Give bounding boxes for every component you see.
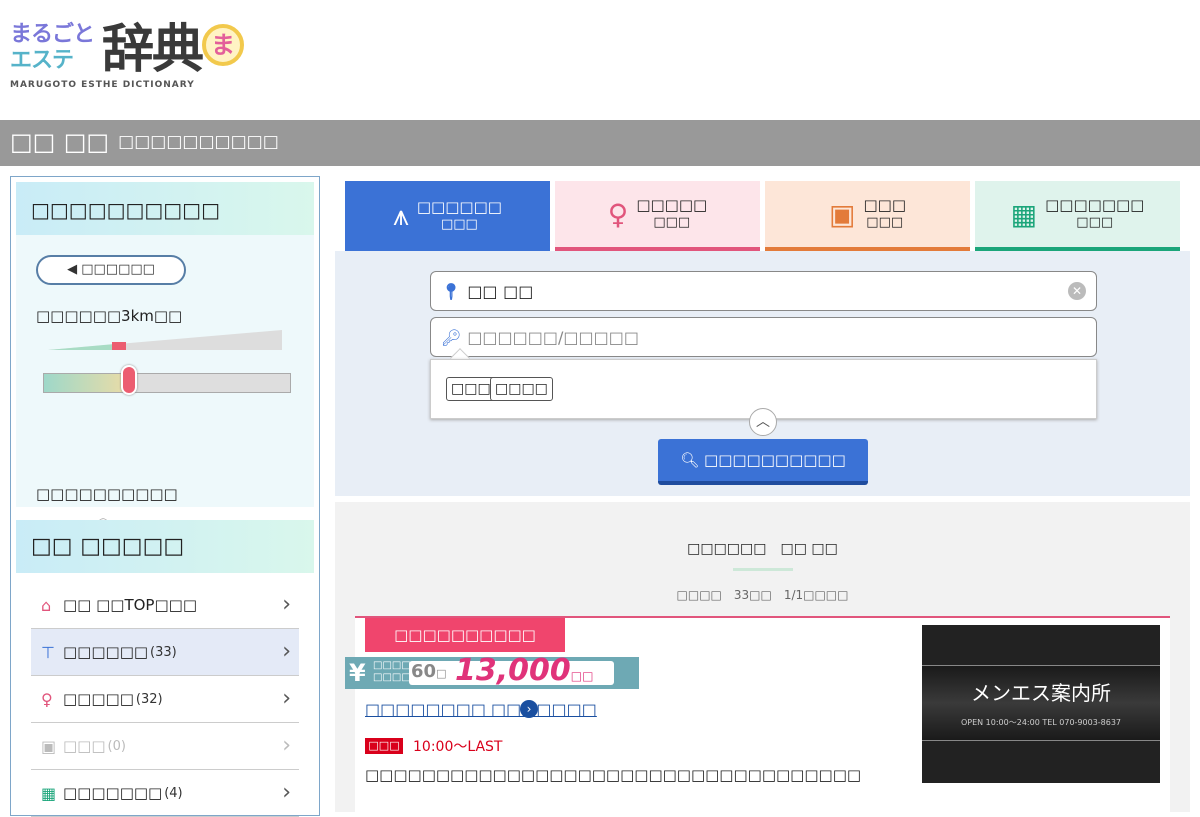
menu-item-therapists[interactable]: ♀ □□□□□ (32) ›: [31, 676, 299, 723]
price-minutes: 60□: [411, 661, 447, 682]
search-button[interactable]: 🔍︎ □□□□□□□□□□: [658, 439, 868, 485]
sidebar: □□□□□□□□□□ ◀ □□□□□□ □□□□□□3km□□ □□□□□□□□…: [10, 176, 320, 817]
card-label: □□□□□□□□□□: [365, 618, 565, 652]
title-underline: [733, 568, 793, 571]
status-badge: □□□: [365, 738, 403, 754]
location-input[interactable]: 📍︎ □□ □□ ✕: [430, 271, 1097, 311]
location-panel-title: □□□□□□□□□□: [16, 182, 314, 235]
logo-line2: エステ: [10, 48, 74, 73]
shop-description: □□□□□□□□□□□□□□□□□□□□□□□□□□□□□□□□□□□: [365, 766, 862, 784]
menu-item-schedule[interactable]: ▦ □□□□□□□ (4) ›: [31, 770, 299, 817]
shop-image[interactable]: メンエス案内所 OPEN 10:00〜24:00 TEL 070-9003-86…: [922, 625, 1160, 783]
site-logo[interactable]: まるごと エステ 辞典 ま MARUGOTO ESTHE DICTIONARY: [10, 18, 250, 94]
key-icon: 🔑︎: [441, 327, 462, 347]
hanger-icon: ⩚: [393, 199, 409, 232]
tab-schedule[interactable]: ▦ □□□□□□□ □□□: [975, 181, 1180, 251]
results-title: □□□□□□ □□ □□: [687, 541, 838, 557]
chevron-right-icon: ›: [282, 780, 291, 805]
chat-icon: ▣: [829, 197, 856, 231]
page-subtitle: □□□□□□□□□□: [118, 132, 279, 152]
menu-item-reviews[interactable]: ▣ □□□ (0) ›: [31, 723, 299, 770]
chat-icon: ▣: [41, 736, 57, 756]
chevron-up-icon[interactable]: ︿: [749, 408, 777, 436]
logo-english: MARUGOTO ESTHE DICTIONARY: [10, 80, 195, 90]
map-pin-icon: 📍︎: [441, 281, 462, 301]
search-form: 📍︎ □□ □□ ✕ 🔑︎ □□□□□□/□□□□□ □□□ □□□□ ︿ 🔍︎…: [335, 251, 1190, 496]
price-value: 13,000□□: [455, 653, 594, 688]
shop-card[interactable]: □□□□□□□□□□ ¥ □□□□ □□□□ 60□ 13,000□□ □□□□□…: [345, 616, 1170, 816]
logo-text-small: まるごと エステ: [10, 22, 95, 74]
site-header: まるごと エステ 辞典 ま MARUGOTO ESTHE DICTIONARY: [0, 0, 1200, 120]
chevron-right-icon: ›: [282, 592, 291, 617]
image-tagline: OPEN 10:00〜24:00 TEL 070-9003-8637: [960, 718, 1122, 727]
range-slider-track[interactable]: [43, 373, 291, 393]
keyword-chip[interactable]: □□□: [446, 377, 496, 401]
menu-item-top[interactable]: ⌂ □□ □□TOP□□□ ›: [31, 582, 299, 629]
chevron-right-icon: ›: [282, 639, 291, 664]
search-icon: 🔍︎: [680, 451, 705, 469]
keyword-chip[interactable]: □□□□: [490, 377, 553, 401]
page-title-bar: □□ □□ □□□□□□□□□□: [0, 120, 1200, 166]
price-label: □□□□ □□□□: [373, 660, 411, 683]
location-panel: ◀ □□□□□□ □□□□□□3km□□ □□□□□□□□□□ 🔍︎ □□□□□…: [16, 235, 314, 535]
tab-therapists[interactable]: ♀ □□□□□ □□□: [555, 181, 760, 251]
chevron-right-icon: ›: [282, 733, 291, 758]
menu-panel-title: □□ □□□□□: [16, 520, 314, 573]
results-section: □□□□□□ □□ □□ □□□□ 33□□ 1/1□□□□ □□□□□□□□□…: [335, 502, 1190, 816]
hanger-icon: ⊤: [41, 642, 55, 662]
current-location-button[interactable]: ◀ □□□□□□: [36, 255, 186, 285]
menu-item-shops[interactable]: ⊤ □□□□□□ (33) ›: [31, 629, 299, 676]
tab-reviews[interactable]: ▣ □□□ □□□: [765, 181, 970, 251]
results-meta: □□□□ 33□□ 1/1□□□□: [676, 588, 849, 602]
range-label: □□□□□□3km□□: [36, 307, 183, 325]
keyword-input[interactable]: 🔑︎ □□□□□□/□□□□□: [430, 317, 1097, 357]
search-tabs: ⩚ □□□□□□ □□□ ♀ □□□□□ □□□ ▣ □□□ □□□ ▦ □□□□□□…: [345, 181, 1180, 251]
spec-label: □□□□□□□□□□: [36, 485, 178, 503]
logo-badge-icon: ま: [202, 24, 244, 66]
range-graph: [48, 330, 282, 350]
range-slider-thumb[interactable]: [121, 365, 137, 395]
chevron-right-circle-icon[interactable]: ›: [520, 700, 538, 718]
calendar-icon: ▦: [1010, 197, 1038, 231]
logo-text-big: 辞典: [102, 20, 204, 80]
triangle-left-icon: ◀: [67, 262, 82, 277]
category-menu: ⌂ □□ □□TOP□□□ › ⊤ □□□□□□ (33) › ♀ □□□□□ …: [31, 582, 299, 817]
price-bar: ¥ □□□□ □□□□ 60□ 13,000□□: [345, 653, 639, 689]
girl-icon: ♀: [41, 689, 53, 709]
image-title: メンエス案内所: [971, 681, 1111, 705]
girl-icon: ♀: [607, 197, 629, 231]
home-icon: ⌂: [41, 595, 52, 615]
tab-shops[interactable]: ⩚ □□□□□□ □□□: [345, 181, 550, 251]
business-hours: 10:00～LAST: [413, 739, 503, 755]
page-title: □□ □□: [10, 128, 110, 156]
chevron-right-icon: ›: [282, 686, 291, 711]
clear-icon[interactable]: ✕: [1068, 282, 1086, 300]
shop-name-link[interactable]: □□□□□□□□ □□□□□□□: [365, 700, 597, 719]
logo-line1: まるごと: [10, 22, 95, 47]
yen-icon: ¥: [349, 659, 366, 687]
